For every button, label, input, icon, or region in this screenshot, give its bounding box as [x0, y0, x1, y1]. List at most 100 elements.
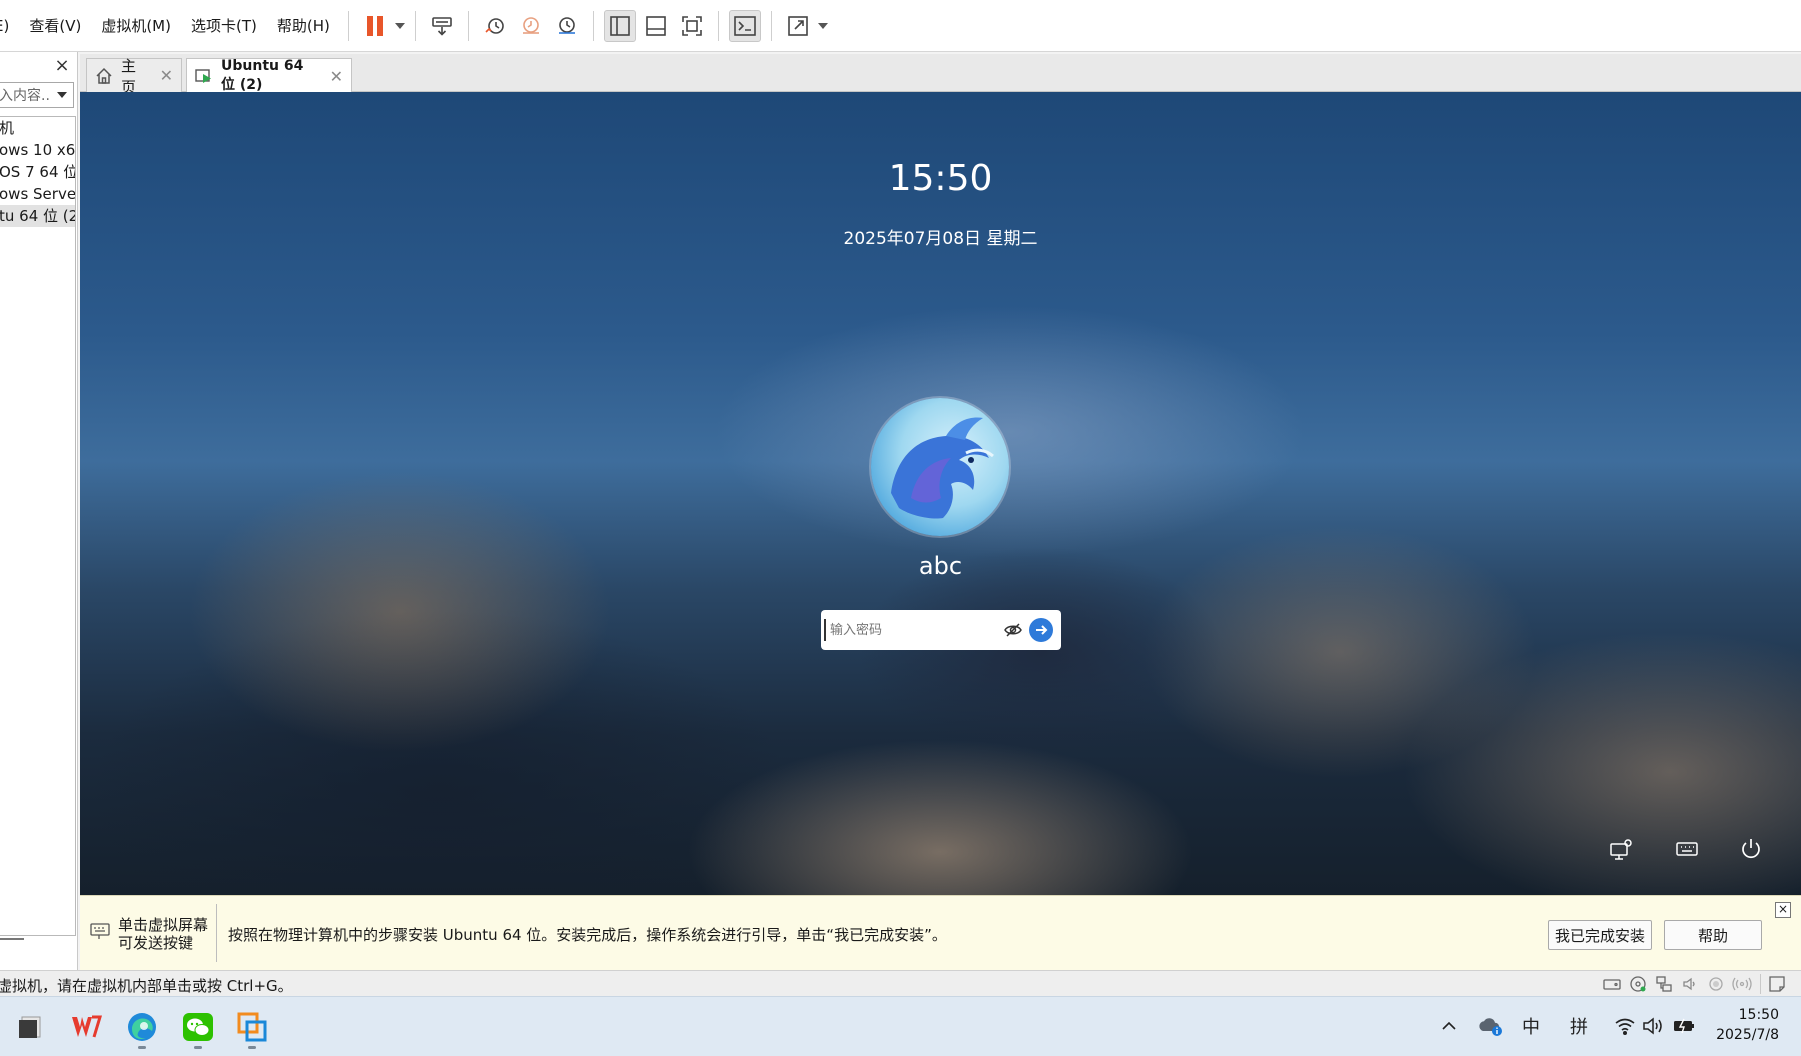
menu-view[interactable]: 查看(V) — [19, 11, 91, 41]
tab-home[interactable]: 主页 ✕ — [86, 57, 182, 96]
file-manager-icon — [19, 1016, 41, 1038]
wechat-icon — [183, 1013, 213, 1041]
thumbnail-bar-icon — [646, 15, 666, 36]
message-log-status[interactable] — [1767, 974, 1787, 994]
taskbar-edge[interactable] — [122, 1005, 162, 1049]
show-hidden-icons-button[interactable] — [1436, 1011, 1462, 1041]
menu-help[interactable]: 帮助(H) — [267, 11, 340, 41]
status-divider — [1760, 974, 1761, 994]
clock-date: 2025/7/8 — [1716, 1027, 1779, 1043]
wireless-status[interactable] — [1732, 974, 1752, 994]
virtual-keyboard-button[interactable] — [1670, 832, 1704, 866]
cdrom-status[interactable] — [1628, 974, 1648, 994]
revert-snapshot-button[interactable] — [515, 10, 547, 42]
tab-ubuntu[interactable]: Ubuntu 64 位 (2) ✕ — [186, 58, 352, 93]
vm-running-icon — [195, 67, 213, 85]
library-scrollbar[interactable] — [0, 938, 24, 940]
taskbar-clock[interactable]: 15:50 2025/7/8 — [1716, 1005, 1779, 1045]
toolbar-separator — [347, 10, 349, 41]
status-message: 虚拟机，请在虚拟机内部单击或按 Ctrl+G。 — [0, 977, 293, 995]
network-status[interactable] — [1654, 974, 1674, 994]
snapshot-icon — [485, 17, 504, 34]
hint-divider — [216, 904, 217, 962]
library-search-placeholder: 入内容... — [0, 88, 51, 104]
taskbar-wps[interactable] — [66, 1005, 106, 1049]
toolbar-separator — [414, 10, 416, 41]
library-item-my-computer[interactable]: 机 — [0, 117, 75, 139]
hint-message: 按照在物理计算机中的步骤安装 Ubuntu 64 位。安装完成后，操作系统会进行… — [228, 926, 947, 944]
toolbar-separator — [717, 10, 719, 41]
vmware-icon — [237, 1012, 267, 1042]
wifi-tray[interactable] — [1612, 1011, 1638, 1041]
menu-tabs[interactable]: 选项卡(T) — [181, 11, 267, 41]
send-ctrl-alt-del-icon — [432, 16, 452, 36]
fullscreen-icon — [682, 15, 702, 36]
sound-status[interactable] — [1680, 974, 1700, 994]
help-button[interactable]: 帮助 — [1664, 920, 1762, 950]
library-search-field[interactable]: 入内容... — [0, 82, 74, 108]
console-icon — [734, 15, 756, 36]
library-item-ubuntu[interactable]: tu 64 位 (2) — [0, 205, 75, 227]
switch-user-button[interactable] — [1604, 832, 1638, 866]
cdrom-icon — [1630, 976, 1646, 992]
show-password-button[interactable] — [1001, 618, 1025, 642]
lock-screen-username: abc — [918, 552, 963, 580]
send-ctrl-alt-del-button[interactable] — [426, 10, 458, 42]
tab-home-close-button[interactable]: ✕ — [160, 66, 173, 85]
toolbar-separator — [467, 10, 469, 41]
taskbar-file-manager[interactable] — [10, 1005, 50, 1049]
hint-click-line2: 可发送按键 — [118, 934, 194, 952]
thumbnail-bar-button[interactable] — [640, 10, 672, 42]
menu-edit[interactable]: E) — [0, 11, 19, 41]
speaker-icon — [1683, 977, 1695, 991]
tab-ubuntu-label: Ubuntu 64 位 (2) — [221, 58, 304, 93]
volume-icon — [1643, 1017, 1662, 1035]
library-panel: × 入内容... 机 ows 10 x64 OS 7 64 位 ows Serv… — [0, 52, 78, 970]
unity-button[interactable] — [782, 10, 814, 42]
library-item-windows-server[interactable]: ows Server — [0, 183, 75, 205]
lock-screen-time: 15:50 — [888, 158, 993, 199]
library-item-centos-7[interactable]: OS 7 64 位 — [0, 161, 75, 183]
menu-vm[interactable]: 虚拟机(M) — [91, 11, 181, 41]
library-close-button[interactable]: × — [53, 56, 71, 76]
volume-tray[interactable] — [1640, 1011, 1666, 1041]
usb-status[interactable] — [1706, 974, 1726, 994]
hint-close-button[interactable]: × — [1775, 902, 1791, 918]
power-button[interactable] — [1734, 832, 1768, 866]
onedrive-tray[interactable] — [1476, 1011, 1506, 1041]
home-icon — [95, 67, 113, 85]
ime-mode[interactable]: 中 — [1516, 1011, 1546, 1041]
battery-charging-icon — [1674, 1018, 1694, 1034]
take-snapshot-button[interactable] — [479, 10, 511, 42]
chevron-down-icon — [394, 22, 405, 29]
battery-tray[interactable] — [1670, 1011, 1698, 1041]
toolbar-separator — [592, 10, 594, 41]
hard-disk-status[interactable] — [1602, 974, 1622, 994]
device-status-icons — [1596, 974, 1787, 994]
console-view-button[interactable] — [728, 9, 761, 42]
ime-name[interactable]: 拼 — [1564, 1011, 1594, 1041]
taskbar-wechat[interactable] — [178, 1005, 218, 1049]
wifi-icon — [1615, 1018, 1635, 1035]
show-library-button[interactable] — [603, 9, 636, 42]
unity-icon — [788, 15, 808, 36]
install-hint-bar: 单击虚拟屏幕 可发送按键 按照在物理计算机中的步骤安装 Ubuntu 64 位。… — [80, 895, 1801, 970]
vm-display[interactable]: 15:50 2025年07月08日 星期二 abc — [80, 92, 1801, 895]
library-item-windows-10[interactable]: ows 10 x64 — [0, 139, 75, 161]
power-options-dropdown[interactable] — [393, 10, 407, 42]
lock-screen-date: 2025年07月08日 星期二 — [843, 229, 1038, 249]
login-submit-button[interactable] — [1029, 618, 1053, 642]
finish-install-button[interactable]: 我已完成安装 — [1548, 920, 1652, 950]
snapshot-manager-button[interactable] — [551, 10, 583, 42]
chevron-down-icon[interactable] — [57, 92, 67, 98]
message-log-icon — [1769, 976, 1785, 992]
unity-options-dropdown[interactable] — [816, 10, 830, 42]
pause-button[interactable] — [359, 10, 391, 42]
user-avatar[interactable] — [871, 398, 1009, 536]
password-input[interactable] — [824, 619, 1001, 641]
tab-ubuntu-close-button[interactable]: ✕ — [330, 67, 343, 86]
taskbar-vmware[interactable] — [232, 1005, 272, 1049]
snapshot-manager-icon — [558, 16, 575, 34]
running-indicator — [248, 1046, 256, 1049]
fullscreen-button[interactable] — [676, 10, 708, 42]
